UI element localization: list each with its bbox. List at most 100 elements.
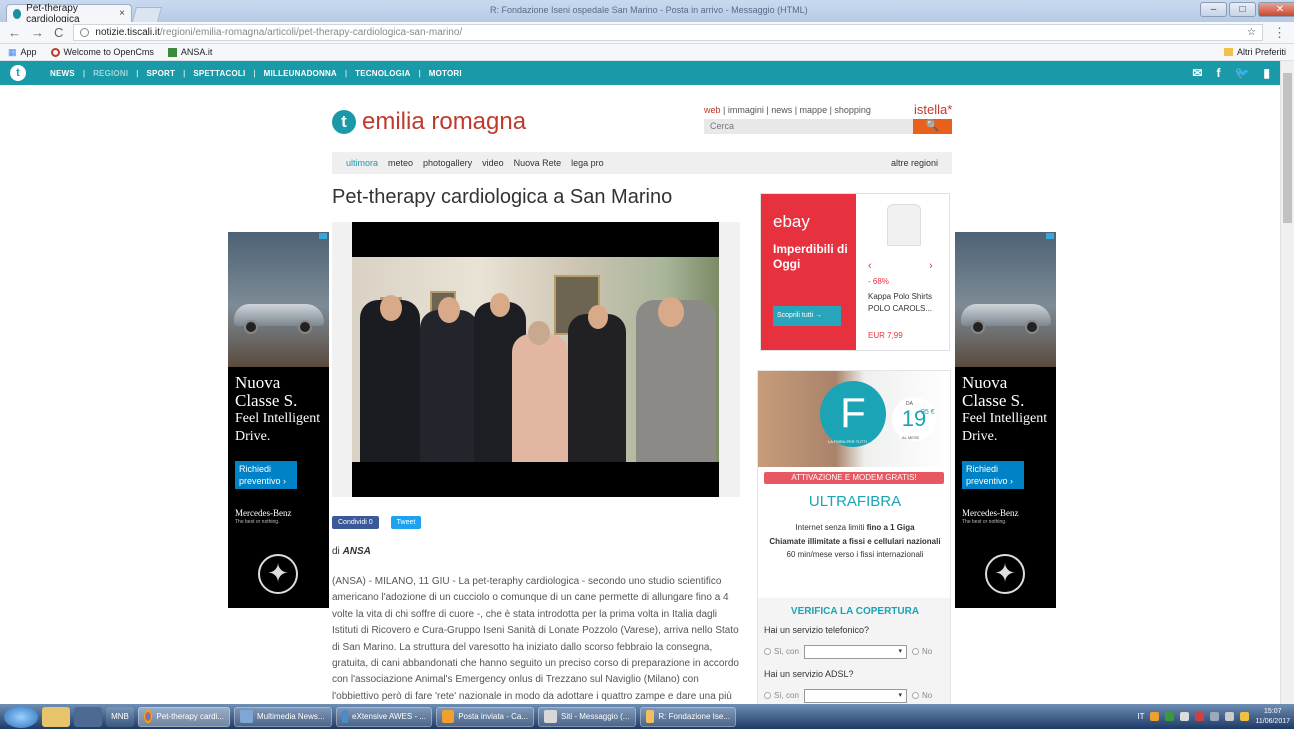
task-multimedia-news[interactable]: Multimedia News... [234,706,332,727]
info-icon[interactable] [80,28,90,37]
app-icon [342,710,349,723]
nav-milleunadonna[interactable]: MILLEUNADONNA [264,69,337,78]
radio-phone-yes[interactable]: Sì, con [764,647,799,656]
region-subnav: ultimora meteo photogallery video Nuova … [332,152,952,174]
nav-spettacoli[interactable]: SPETTACOLI [193,69,245,78]
radio-phone-no[interactable]: No [912,647,932,656]
search-input[interactable]: Cerca [704,119,914,134]
program-pin-icon[interactable] [74,706,102,727]
twitter-icon[interactable]: 🐦 [1234,66,1249,80]
tiscali-favicon-icon [13,8,22,19]
nav-sport[interactable]: SPORT [147,69,176,78]
task-siti-messaggio[interactable]: Siti - Messaggio (... [538,706,636,727]
site-brand[interactable]: t emilia romagna [332,108,526,136]
reload-icon[interactable]: C [54,25,63,40]
chevron-left-icon[interactable]: ‹ [868,260,872,272]
ebay-product[interactable]: Kappa Polo Shirts POLO CAROLS... [868,291,946,315]
forward-icon[interactable]: → [31,25,44,40]
minimize-button[interactable]: – [1200,2,1227,17]
subnav-video[interactable]: video [482,158,504,168]
nav-news[interactable]: NEWS [50,69,75,78]
radio-adsl-no[interactable]: No [912,691,932,700]
tray-icon[interactable] [1165,712,1175,721]
task-posta-inviata[interactable]: Posta inviata - Ca... [436,706,534,727]
bookmark-opencms[interactable]: Welcome to OpenCms [50,47,154,57]
url-field[interactable]: notizie.tiscali.it/regioni/emilia-romagn… [73,24,1263,41]
tray-icon[interactable] [1195,712,1205,721]
bookmark-apps[interactable]: ▦ App [8,47,37,58]
article-photo[interactable] [352,222,719,497]
question-adsl: Hai un servizio ADSL? [764,669,854,679]
facebook-share-button[interactable]: Condividi 0 [332,516,379,529]
mnb-pin[interactable]: MNB [106,706,134,727]
subnav-altre-regioni[interactable]: altre regioni [891,158,938,168]
clock[interactable]: 15:07 11/06/2017 [1255,707,1290,727]
ebay-ad[interactable]: ebay Imperdibili di Oggi Scoprili tutti … [760,193,950,351]
nav-motori[interactable]: MOTORI [429,69,462,78]
radio-adsl-yes[interactable]: Sì, con [764,691,799,700]
subnav-nuova-rete[interactable]: Nuova Rete [514,158,562,168]
chevron-right-icon[interactable]: › [929,260,933,272]
subnav-lega-pro[interactable]: lega pro [571,158,604,168]
task-chrome[interactable]: Pet-therapy cardi... [138,706,230,727]
system-tray: IT 15:07 11/06/2017 [1137,707,1290,727]
mail-icon[interactable]: ✉ [1192,66,1202,80]
fiber-logo: F [820,381,886,447]
scrollbar-thumb[interactable] [1283,73,1292,223]
ebay-panel: ebay Imperdibili di Oggi Scoprili tutti … [761,194,856,350]
ad-brand: Mercedes-Benz [962,508,1019,518]
browser-menu-icon[interactable]: ⋮ [1273,25,1286,41]
task-extensive-awes[interactable]: eXtensive AWES - ... [336,706,432,727]
mercedes-star-icon: ✦ [985,554,1025,594]
bookmark-star-icon[interactable]: ☆ [1247,27,1256,38]
nav-tecnologia[interactable]: TECNOLOGIA [355,69,410,78]
bookmark-other[interactable]: Altri Preferiti [1223,47,1286,57]
network-icon[interactable] [1210,712,1220,721]
language-indicator[interactable]: IT [1137,712,1144,721]
ad-cta-button[interactable]: Richiedi preventivo › [235,461,297,489]
tab-close-icon[interactable]: × [119,8,125,19]
bookmark-ansa[interactable]: ANSA.it [167,47,212,57]
message-icon [544,710,557,723]
subnav-photogallery[interactable]: photogallery [423,158,472,168]
adsl-provider-select[interactable]: ▾ [804,689,907,703]
close-window-button[interactable]: ✕ [1258,2,1294,17]
start-button[interactable] [4,705,38,728]
opencms-icon [50,47,60,57]
tray-icon[interactable] [1180,712,1190,721]
polo-shirt-image [887,204,921,246]
ad-cta-button[interactable]: Richiedi preventivo › [962,461,1024,489]
person-head [380,295,402,321]
search-button[interactable]: 🔍 [913,119,952,134]
browser-tab[interactable]: Pet-therapy cardiologica × [6,3,132,25]
subnav-ultimora[interactable]: ultimora [346,158,378,168]
address-bar-row: ← → C notizie.tiscali.it/regioni/emilia-… [0,22,1294,44]
tray-icon[interactable] [1150,712,1160,721]
twitter-share-button[interactable]: Tweet [390,516,422,529]
fiber-price-cents: 95 € [921,409,935,416]
subnav-meteo[interactable]: meteo [388,158,413,168]
social-icons: ✉ f 🐦 ▮ [1192,66,1270,80]
ultrafibra-ad[interactable]: F LA FIBRA PER TUTTI 19 DA 95 € AL MESE … [757,370,951,705]
byline-source[interactable]: ANSA [343,546,371,557]
page-scrollbar[interactable] [1280,61,1294,704]
tiscali-logo-icon[interactable]: t [10,65,26,81]
volume-icon[interactable] [1225,712,1235,721]
adchoices-icon[interactable] [319,233,327,239]
mobile-icon[interactable]: ▮ [1263,66,1270,80]
facebook-icon[interactable]: f [1216,66,1220,80]
phone-provider-select[interactable]: ▾ [804,645,907,659]
task-fondazione[interactable]: R: Fondazione Ise... [640,706,736,727]
ebay-discover-button[interactable]: Scoprili tutti → [773,306,841,326]
tray-icon[interactable] [1240,712,1250,721]
mercedes-ad-left[interactable]: Nuova Classe S. Feel Intelligent Drive. Ri… [228,232,329,608]
ansa-icon [167,47,177,57]
explorer-pin-icon[interactable] [42,706,70,727]
maximize-button[interactable]: □ [1229,2,1256,17]
adchoices-icon[interactable] [1046,233,1054,239]
nav-regioni[interactable]: REGIONI [93,69,128,78]
new-tab-button[interactable] [131,7,163,22]
back-icon[interactable]: ← [8,25,21,40]
mercedes-ad-right[interactable]: Nuova Classe S. Feel Intelligent Drive. Ri… [955,232,1056,608]
search-scope-links[interactable]: web | immagini | news | mappe | shopping [704,105,871,115]
